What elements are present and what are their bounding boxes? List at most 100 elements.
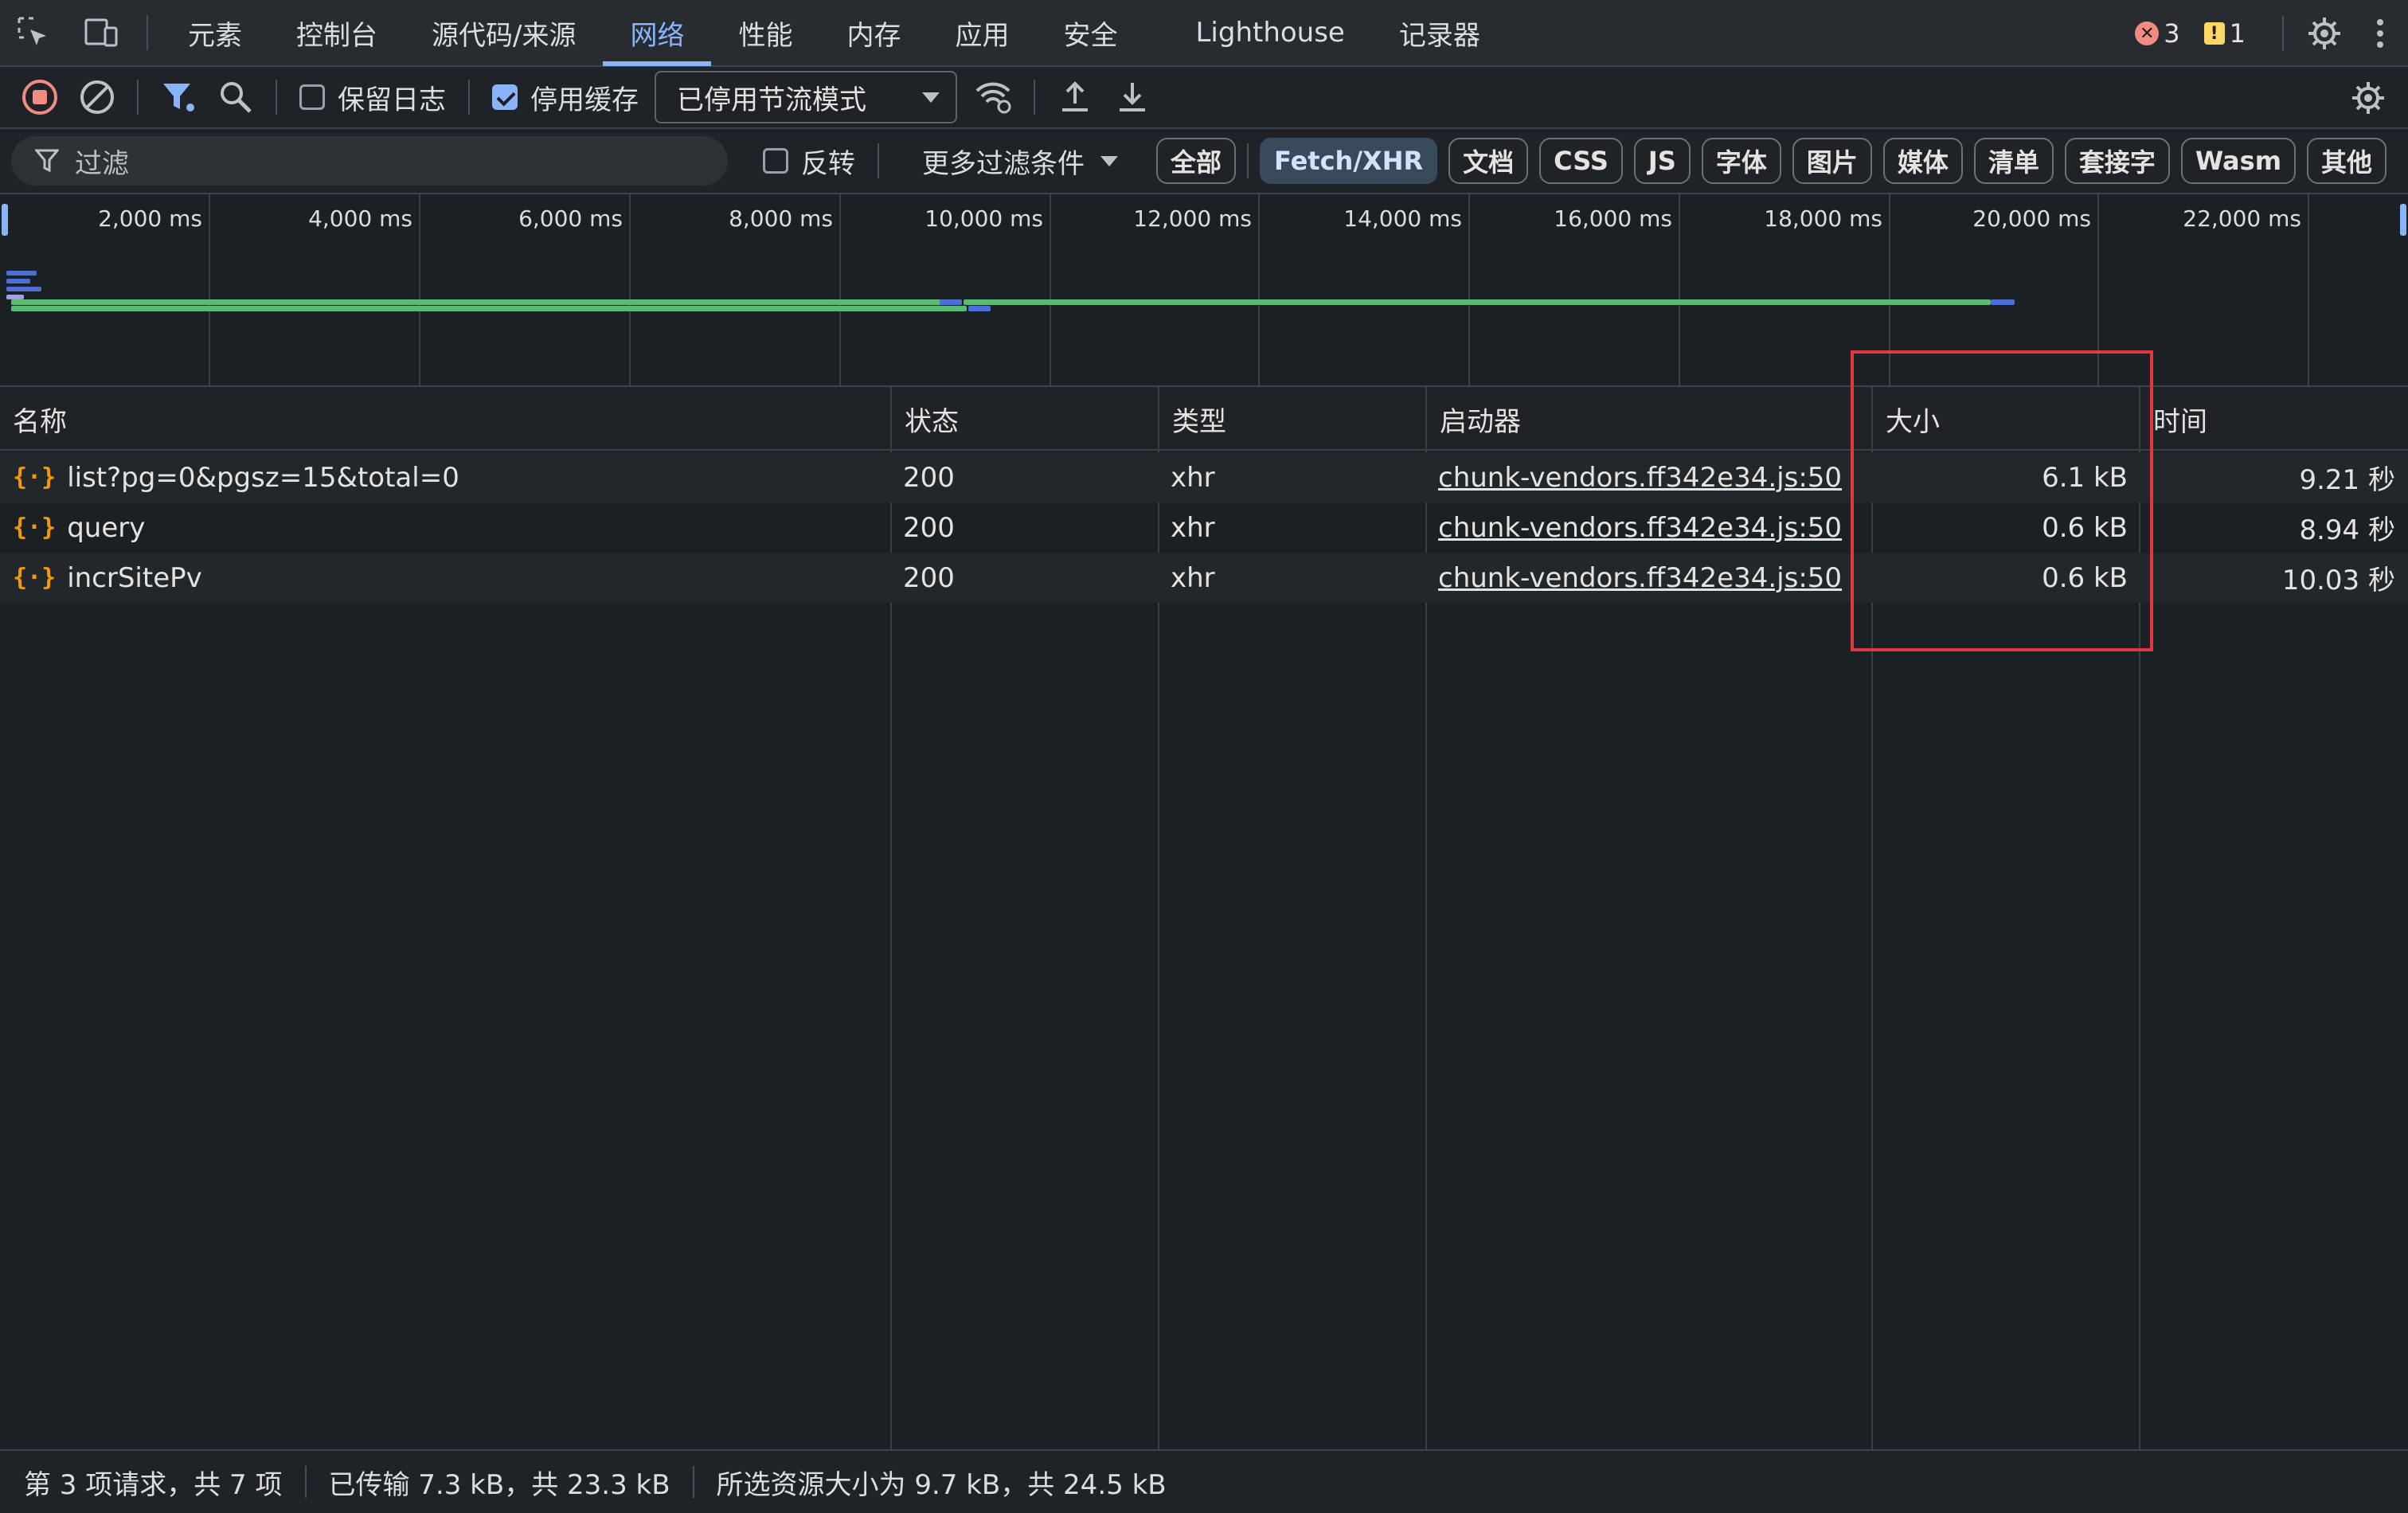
network-toolbar: 保留日志 停用缓存 已停用节流模式: [0, 67, 2408, 129]
waterfall-bar: [968, 306, 991, 311]
warning-icon: !: [2203, 22, 2225, 45]
waterfall-bar: [964, 299, 1991, 305]
error-icon: ✕: [2135, 22, 2160, 45]
chip-fetch-xhr[interactable]: Fetch/XHR: [1260, 138, 1438, 184]
tab-elements[interactable]: 元素: [161, 0, 269, 66]
column-header-initiator[interactable]: 启动器: [1427, 387, 1521, 451]
settings-gear-icon[interactable]: [2297, 0, 2352, 67]
device-toolbar-icon[interactable]: [67, 0, 134, 66]
tab-network[interactable]: 网络: [603, 0, 712, 66]
tab-memory[interactable]: 内存: [819, 0, 928, 66]
type-cell: xhr: [1171, 561, 1215, 594]
chip-other[interactable]: 其他: [2307, 138, 2387, 184]
timeline-gridline: [1468, 194, 1470, 385]
type-cell: xhr: [1171, 461, 1215, 494]
timeline-tick-label: 8,000 ms: [729, 205, 833, 232]
tab-lighthouse[interactable]: Lighthouse: [1168, 0, 1371, 66]
initiator-link[interactable]: chunk-vendors.ff342e34.js:50: [1438, 562, 1842, 594]
timeline-gridline: [1258, 194, 1260, 385]
initiator-link[interactable]: chunk-vendors.ff342e34.js:50: [1438, 462, 1842, 494]
waterfall-bar: [6, 287, 41, 291]
network-settings-gear-icon[interactable]: [2340, 69, 2397, 127]
time-cell: 9.21 秒: [2299, 464, 2395, 496]
request-name: query: [67, 511, 146, 544]
disable-cache-checkbox[interactable]: 停用缓存: [492, 78, 639, 117]
import-har-icon[interactable]: [1046, 68, 1104, 126]
tab-security[interactable]: 安全: [1036, 0, 1144, 66]
throttling-select[interactable]: 已停用节流模式: [655, 71, 957, 123]
resource-type-filters: 全部 Fetch/XHR 文档 CSS JS 字体 图片 媒体 清单 套接字 W…: [1156, 138, 2387, 184]
record-stop-button[interactable]: [11, 68, 68, 126]
checkbox-checked[interactable]: [492, 84, 518, 110]
tab-application[interactable]: 应用: [928, 0, 1036, 66]
initiator-link[interactable]: chunk-vendors.ff342e34.js:50: [1438, 512, 1842, 544]
timeline-tick-label: 20,000 ms: [1972, 205, 2091, 232]
checkbox-unchecked[interactable]: [763, 148, 788, 174]
divider: [1247, 143, 1249, 178]
timeline-gridline: [209, 194, 210, 385]
xhr-json-icon: {·}: [13, 514, 57, 541]
preserve-log-checkbox[interactable]: 保留日志: [299, 78, 446, 117]
filter-funnel-icon: [35, 149, 59, 173]
warning-count-badge[interactable]: ! 1: [2203, 18, 2246, 49]
divider: [304, 1466, 307, 1498]
clear-icon[interactable]: [68, 68, 126, 126]
tab-performance[interactable]: 性能: [711, 0, 819, 66]
request-name-cell[interactable]: {·} query: [13, 502, 881, 553]
network-conditions-icon[interactable]: [965, 68, 1022, 126]
waterfall-bar: [6, 271, 37, 276]
initiator-cell: chunk-vendors.ff342e34.js:50: [1438, 452, 1852, 502]
export-har-icon[interactable]: [1104, 68, 1161, 126]
divider: [147, 15, 148, 50]
tab-console[interactable]: 控制台: [269, 0, 405, 66]
timeline-tick-label: 4,000 ms: [308, 205, 412, 232]
timeline-tick-label: 18,000 ms: [1764, 205, 1882, 232]
timeline-tick-label: 2,000 ms: [98, 205, 202, 232]
column-header-status[interactable]: 状态: [892, 387, 959, 451]
timeline-gridline: [419, 194, 420, 385]
chip-media[interactable]: 媒体: [1882, 138, 1963, 184]
filter-input[interactable]: 过滤: [11, 136, 728, 186]
chip-img[interactable]: 图片: [1792, 138, 1872, 184]
timeline-gridline: [1050, 194, 1051, 385]
tab-recorder[interactable]: 记录器: [1372, 0, 1507, 66]
range-handle-right[interactable]: [2400, 204, 2406, 236]
xhr-json-icon: {·}: [13, 564, 57, 592]
chip-wasm[interactable]: Wasm: [2180, 138, 2297, 184]
request-name: list?pg=0&pgsz=15&total=0: [67, 461, 459, 494]
more-options-icon[interactable]: [2352, 0, 2408, 67]
timeline-tick-label: 22,000 ms: [2183, 205, 2301, 232]
filter-placeholder: 过滤: [75, 147, 129, 180]
chip-socket[interactable]: 套接字: [2064, 138, 2170, 184]
chip-js[interactable]: JS: [1633, 138, 1691, 184]
range-handle-left[interactable]: [2, 204, 8, 236]
timeline-tick-label: 12,000 ms: [1133, 205, 1252, 232]
divider: [1034, 80, 1035, 115]
column-header-type[interactable]: 类型: [1159, 387, 1226, 451]
checkbox-unchecked[interactable]: [299, 84, 325, 110]
preserve-log-label: 保留日志: [338, 84, 446, 116]
warning-count: 1: [2229, 18, 2246, 49]
waterfall-bar: [6, 279, 30, 283]
filter-toggle-icon[interactable]: [150, 68, 207, 126]
timeline-tick-label: 16,000 ms: [1554, 205, 1672, 232]
divider: [137, 80, 139, 115]
error-count-badge[interactable]: ✕ 3: [2135, 18, 2180, 49]
dropdown-arrow-icon: [1100, 155, 1118, 166]
request-name-cell[interactable]: {·} list?pg=0&pgsz=15&total=0: [13, 452, 881, 502]
chip-css[interactable]: CSS: [1539, 138, 1623, 184]
timeline-gridline: [2308, 194, 2309, 385]
request-name-cell[interactable]: {·} incrSitePv: [13, 553, 881, 603]
more-filters-dropdown[interactable]: 更多过滤条件: [922, 142, 1118, 181]
inspect-element-icon[interactable]: [0, 0, 67, 66]
chip-doc[interactable]: 文档: [1448, 138, 1529, 184]
tab-sources[interactable]: 源代码/来源: [405, 0, 603, 66]
column-header-name[interactable]: 名称: [0, 387, 67, 451]
divider: [276, 80, 277, 115]
invert-checkbox[interactable]: 反转: [763, 142, 855, 181]
chip-manifest[interactable]: 清单: [1973, 138, 2054, 184]
chip-font[interactable]: 字体: [1701, 138, 1781, 184]
chip-all[interactable]: 全部: [1156, 138, 1237, 184]
search-icon[interactable]: [207, 68, 264, 126]
devtools-tab-bar: 元素 控制台 源代码/来源 网络 性能 内存 应用 安全 Lighthouse …: [0, 0, 2408, 67]
